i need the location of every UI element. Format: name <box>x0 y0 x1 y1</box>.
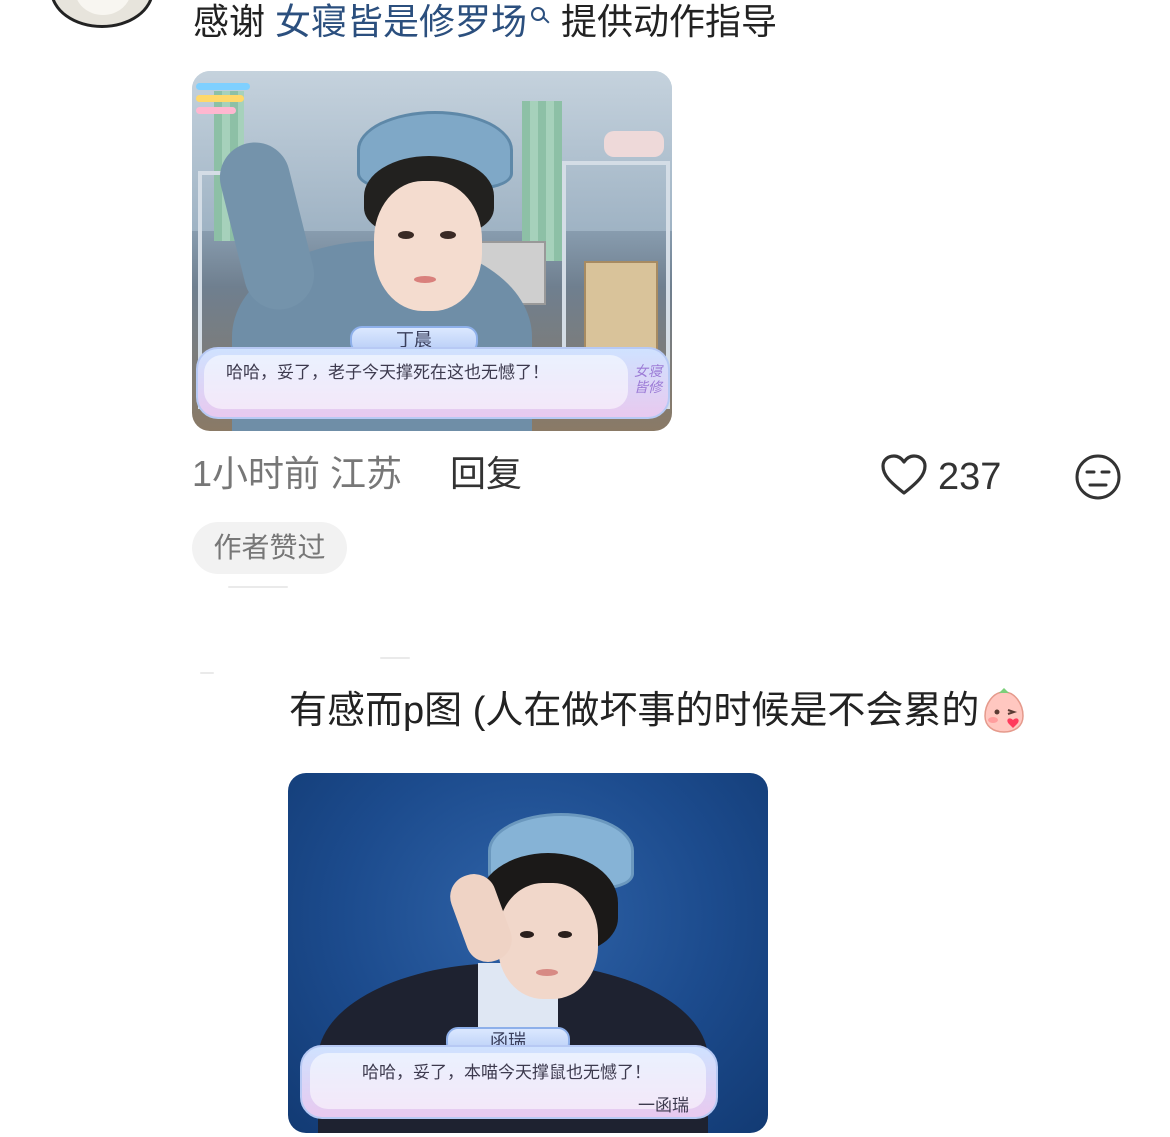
mention-link[interactable]: 女寝皆是修罗场 <box>275 1 527 42</box>
author-liked-badge: 作者赞过 <box>192 522 347 574</box>
commenter-avatar[interactable] <box>50 0 154 28</box>
heart-icon[interactable] <box>880 454 928 496</box>
dialog-signature: 一函瑞 <box>638 1096 689 1115</box>
face-icon[interactable] <box>1074 453 1122 501</box>
emoji-icon <box>984 688 1025 733</box>
comment-2-image[interactable]: 函瑞 哈哈，妥了，本喵今天撑鼠也无憾了！ 一函瑞 <box>288 773 768 1133</box>
divider <box>228 586 288 588</box>
comment-2-body: 有感而p图 (人在做坏事的时候是不会累的 <box>289 690 980 732</box>
divider <box>380 657 410 659</box>
comment-prefix: 感谢 <box>193 1 276 42</box>
comment-time-location: 1小时前 江苏 <box>192 453 403 494</box>
game-watermark: 女寝皆修 <box>634 363 662 395</box>
comment-suffix: 提供动作指导 <box>551 1 778 42</box>
dialog-box: 哈哈，妥了，老子今天撑死在这也无憾了！ 女寝皆修 <box>196 347 670 419</box>
search-icon[interactable] <box>527 4 551 28</box>
divider <box>200 672 214 674</box>
dialog-box: 哈哈，妥了，本喵今天撑鼠也无憾了！ 一函瑞 <box>300 1045 718 1119</box>
dialog-text: 哈哈，妥了，老子今天撑死在这也无憾了！ <box>226 363 549 382</box>
comment-1-image[interactable]: 丁晨 哈哈，妥了，老子今天撑死在这也无憾了！ 女寝皆修 <box>192 71 672 431</box>
comment-2-text: 有感而p图 (人在做坏事的时候是不会累的 <box>289 688 1029 734</box>
dialog-text: 哈哈，妥了，本喵今天撑鼠也无憾了！ <box>362 1063 651 1082</box>
comment-1-text: 感谢 女寝皆是修罗场 提供动作指导 <box>193 0 777 44</box>
like-count: 237 <box>938 456 1002 498</box>
reply-button[interactable]: 回复 <box>450 452 522 496</box>
